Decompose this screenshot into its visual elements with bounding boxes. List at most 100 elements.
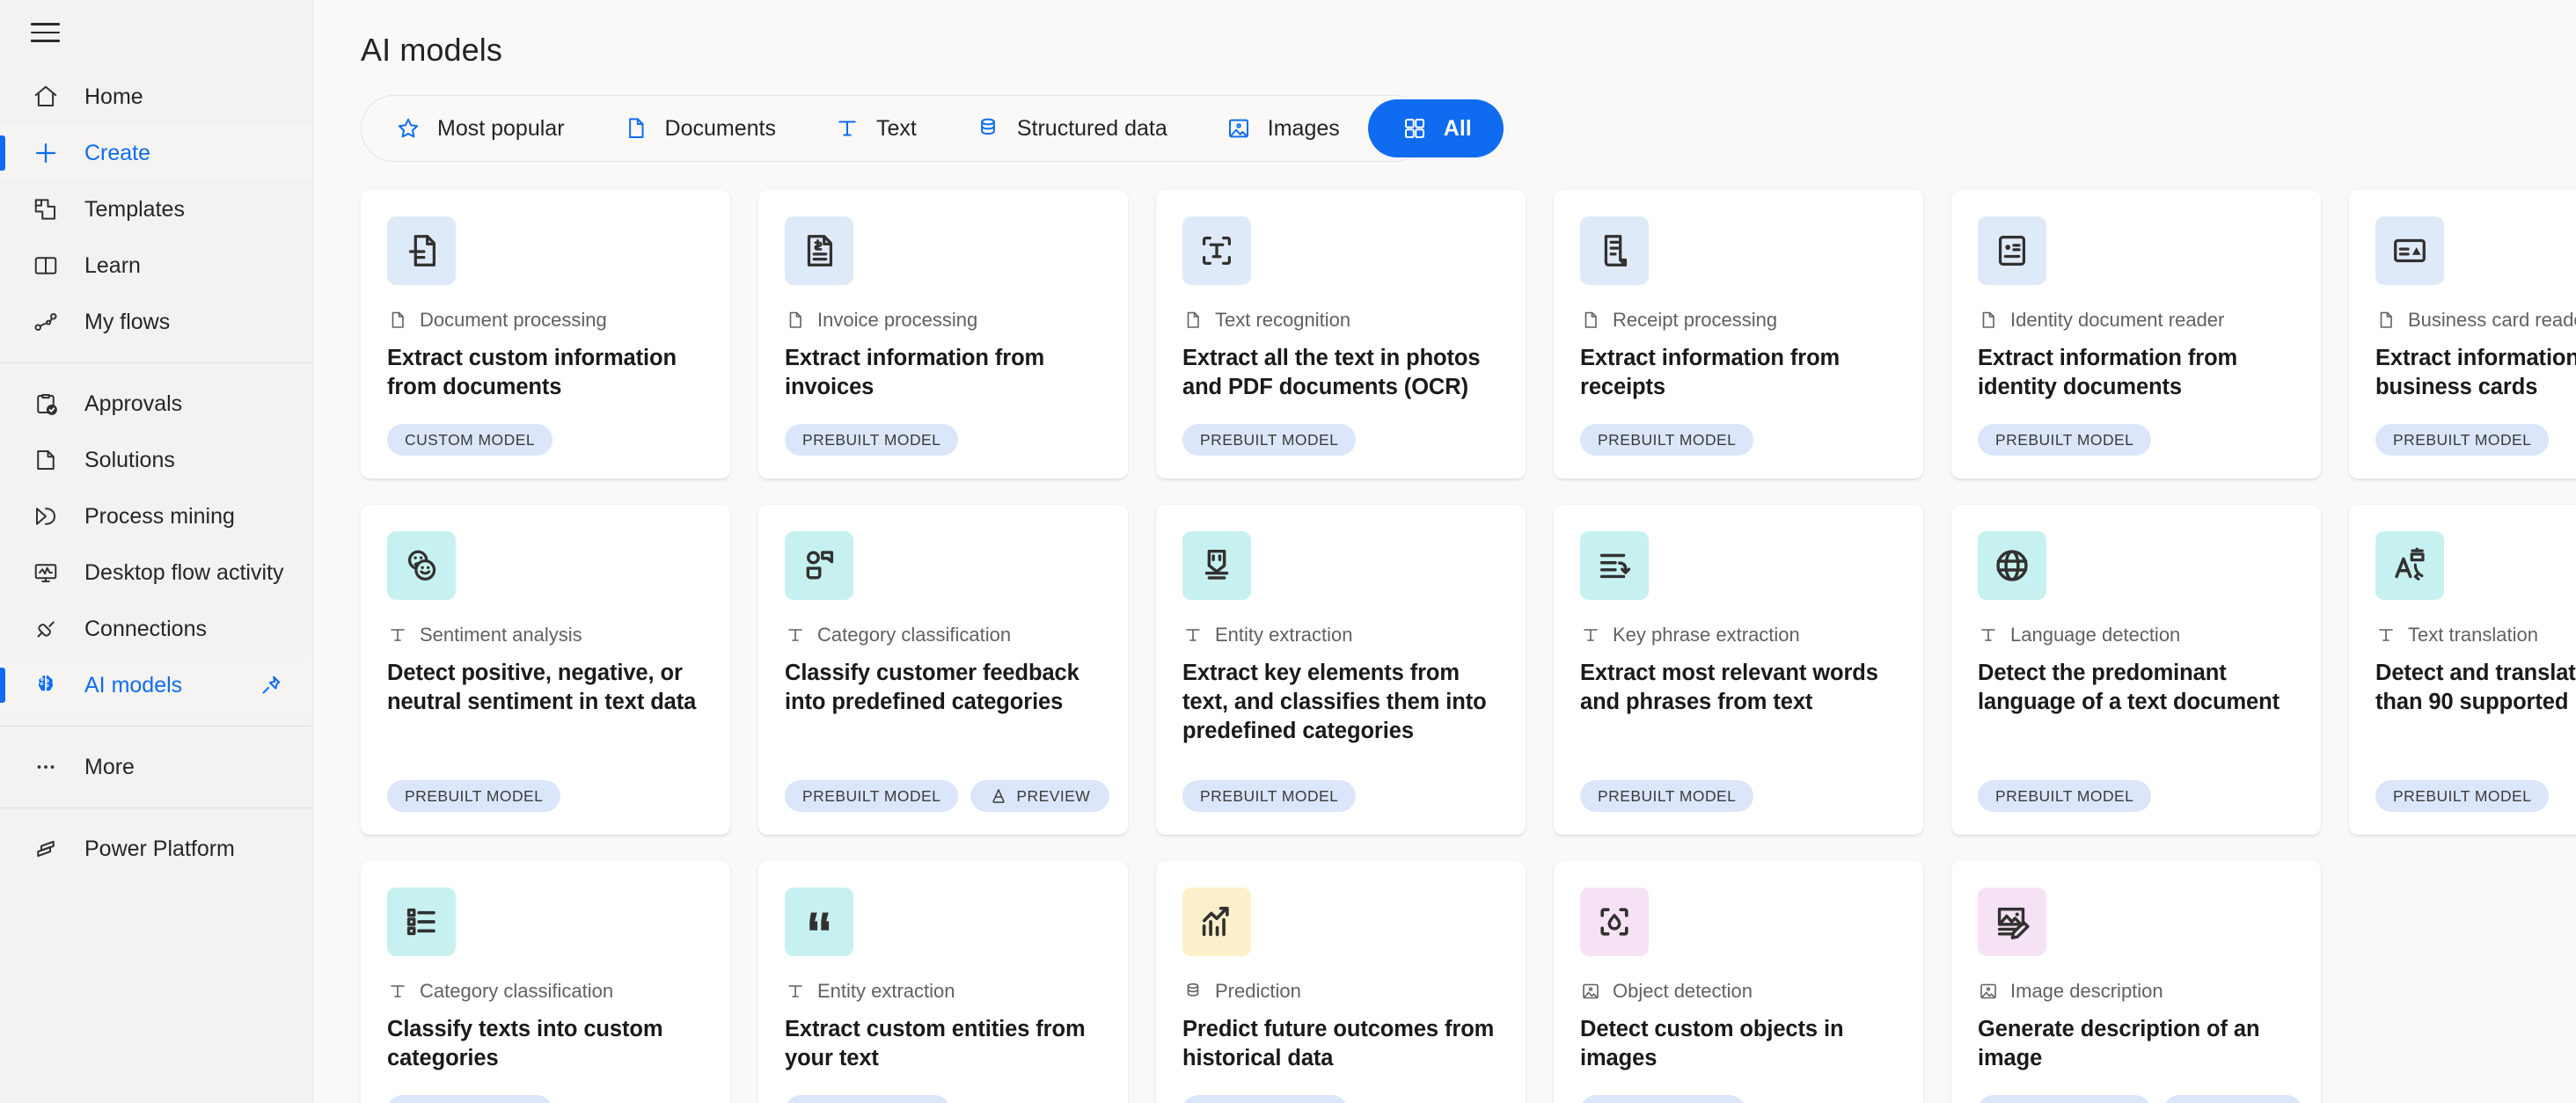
text-t-icon (832, 113, 862, 143)
badge-label: PREBUILT MODEL (2393, 430, 2532, 449)
model-type-badge: PREBUILT MODEL (1182, 424, 1357, 456)
model-tile-text-scan-icon (1182, 216, 1251, 285)
model-description: Classify customer feedback into predefin… (785, 661, 1079, 714)
model-description: Detect custom objects in images (1580, 1017, 1844, 1070)
sidebar-item-learn[interactable]: Learn (0, 237, 312, 294)
model-category-label: Business card reader (2408, 309, 2576, 331)
image-icon (1978, 980, 1999, 1003)
model-tile-receipt-icon (1580, 216, 1649, 285)
power-platform-icon (26, 829, 65, 868)
model-card[interactable]: Document processing Extract custom inform… (361, 190, 730, 478)
model-category-label: Category classification (817, 624, 1012, 646)
sidebar-item-desktop-flow-activity[interactable]: Desktop flow activity (0, 544, 312, 601)
model-tile-id-card-icon (1978, 216, 2046, 285)
sidebar-item-connections[interactable]: Connections (0, 601, 312, 657)
filter-tab-label: Documents (664, 115, 776, 141)
model-card[interactable]: Text translation Detect and translate mor… (2349, 505, 2576, 835)
model-category-label: Sentiment analysis (420, 624, 582, 646)
sidebar-item-ai-models[interactable]: AI models (0, 657, 312, 713)
sidebar-item-create[interactable]: Create (0, 125, 312, 181)
model-card[interactable]: Key phrase extraction Extract most releva… (1554, 505, 1923, 835)
model-type-badge: PREBUILT MODEL (1978, 1095, 2152, 1103)
model-card[interactable]: Identity document reader Extract informat… (1951, 190, 2321, 478)
model-card[interactable]: Entity extraction Extract custom entities… (758, 861, 1128, 1103)
filter-tab-structured-data[interactable]: Structured data (945, 99, 1196, 157)
filter-tab-most-popular[interactable]: Most popular (365, 99, 593, 157)
model-badges: PREBUILT MODEL (387, 780, 704, 812)
model-category: Invoice processing (785, 309, 1101, 332)
model-category: Prediction (1182, 980, 1499, 1003)
model-category-label: Entity extraction (817, 980, 955, 1002)
text-t-icon (387, 624, 408, 646)
badge-label: PREBUILT MODEL (1200, 430, 1339, 449)
model-category: Image description (1978, 980, 2294, 1003)
ellipsis-icon (26, 748, 65, 786)
filter-tab-bar: Most popular Documents Text Structured data… (361, 95, 1504, 162)
model-tile-list-categories-icon (387, 888, 456, 956)
model-category: Category classification (387, 980, 704, 1003)
model-card[interactable]: Category classification Classify customer… (758, 505, 1128, 835)
model-card[interactable]: Sentiment analysis Detect positive, negat… (361, 505, 730, 835)
model-card[interactable]: Object detection Detect custom objects in… (1554, 861, 1923, 1103)
sidebar-item-process-mining[interactable]: Process mining (0, 488, 312, 544)
model-card[interactable]: Category classification Classify texts in… (361, 861, 730, 1103)
filter-tab-all[interactable]: All (1367, 99, 1504, 157)
model-category: Category classification (785, 624, 1101, 646)
filter-tab-text[interactable]: Text (804, 99, 945, 157)
model-description: Extract information from receipts (1580, 346, 1841, 399)
model-description: Extract custom entities from your text (785, 1017, 1086, 1070)
model-tile-business-card-icon (2375, 216, 2444, 285)
model-tile-category-chat-icon (785, 531, 853, 600)
filter-tab-documents[interactable]: Documents (593, 99, 804, 157)
sidebar-item-more[interactable]: More (0, 739, 312, 795)
badge-label: PREBUILT MODEL (2393, 786, 2532, 805)
model-category: Entity extraction (1182, 624, 1499, 646)
model-type-badge: PREBUILT MODEL (1978, 780, 2152, 812)
model-card[interactable]: Business card reader Extract information … (2349, 190, 2576, 478)
hamburger-icon[interactable] (14, 5, 76, 60)
badge-label: PREVIEW (1016, 786, 1091, 805)
app-root: Home Create Templates Learn My flows Approval… (0, 0, 2576, 1103)
model-description: Predict future outcomes from historical … (1182, 1017, 1495, 1070)
model-badges: PREBUILT MODEL (2375, 424, 2576, 456)
pin-icon[interactable] (258, 672, 284, 698)
model-type-badge: CUSTOM MODEL (1182, 1095, 1349, 1103)
model-type-badge: CUSTOM MODEL (387, 1095, 553, 1103)
sidebar-item-my-flows[interactable]: My flows (0, 294, 312, 350)
sidebar-item-home[interactable]: Home (0, 69, 312, 125)
model-badges: CUSTOM MODEL (785, 1095, 1101, 1103)
model-tile-translate-icon (2375, 531, 2444, 600)
model-badges: PREBUILT MODEL (1580, 780, 1897, 812)
sidebar-divider (0, 362, 312, 363)
model-tile-object-scan-icon (1580, 888, 1649, 956)
model-card[interactable]: Receipt processing Extract information fr… (1554, 190, 1923, 478)
sidebar-item-approvals[interactable]: Approvals (0, 376, 312, 432)
model-card[interactable]: Text recognition Extract all the text in … (1156, 190, 1526, 478)
sidebar-item-templates[interactable]: Templates (0, 181, 312, 237)
badge-label: PREBUILT MODEL (1200, 786, 1339, 805)
sidebar-item-solutions[interactable]: Solutions (0, 432, 312, 488)
sidebar-divider (0, 726, 312, 727)
model-tile-globe-icon (1978, 531, 2046, 600)
model-category: Business card reader (2375, 309, 2576, 332)
model-category: Language detection (1978, 624, 2294, 646)
text-t-icon (785, 980, 806, 1003)
model-card[interactable]: Prediction Predict future outcomes from h… (1156, 861, 1526, 1103)
filter-tab-images[interactable]: Images (1196, 99, 1368, 157)
model-card[interactable]: Image description Generate description of… (1951, 861, 2321, 1103)
model-type-badge: PREBUILT MODEL (1580, 424, 1754, 456)
model-badges: CUSTOM MODEL (387, 424, 704, 456)
model-description: Extract most relevant words and phrases … (1580, 661, 1878, 714)
database-icon (1182, 980, 1204, 1003)
model-card[interactable]: Invoice processing Extract information fr… (758, 190, 1128, 478)
model-category-label: Object detection (1613, 980, 1753, 1002)
model-description: Extract information from business cards (2375, 346, 2576, 399)
model-badges: PREBUILT MODEL PREVIEW (785, 780, 1110, 812)
sidebar-item-power-platform[interactable]: Power Platform (0, 821, 312, 877)
document-icon (1978, 309, 1999, 332)
document-icon (1580, 309, 1601, 332)
model-card[interactable]: Entity extraction Extract key elements fr… (1156, 505, 1526, 835)
model-category: Document processing (387, 309, 704, 332)
model-category-label: Language detection (2010, 624, 2181, 646)
model-card[interactable]: Language detection Detect the predominant… (1951, 505, 2321, 835)
